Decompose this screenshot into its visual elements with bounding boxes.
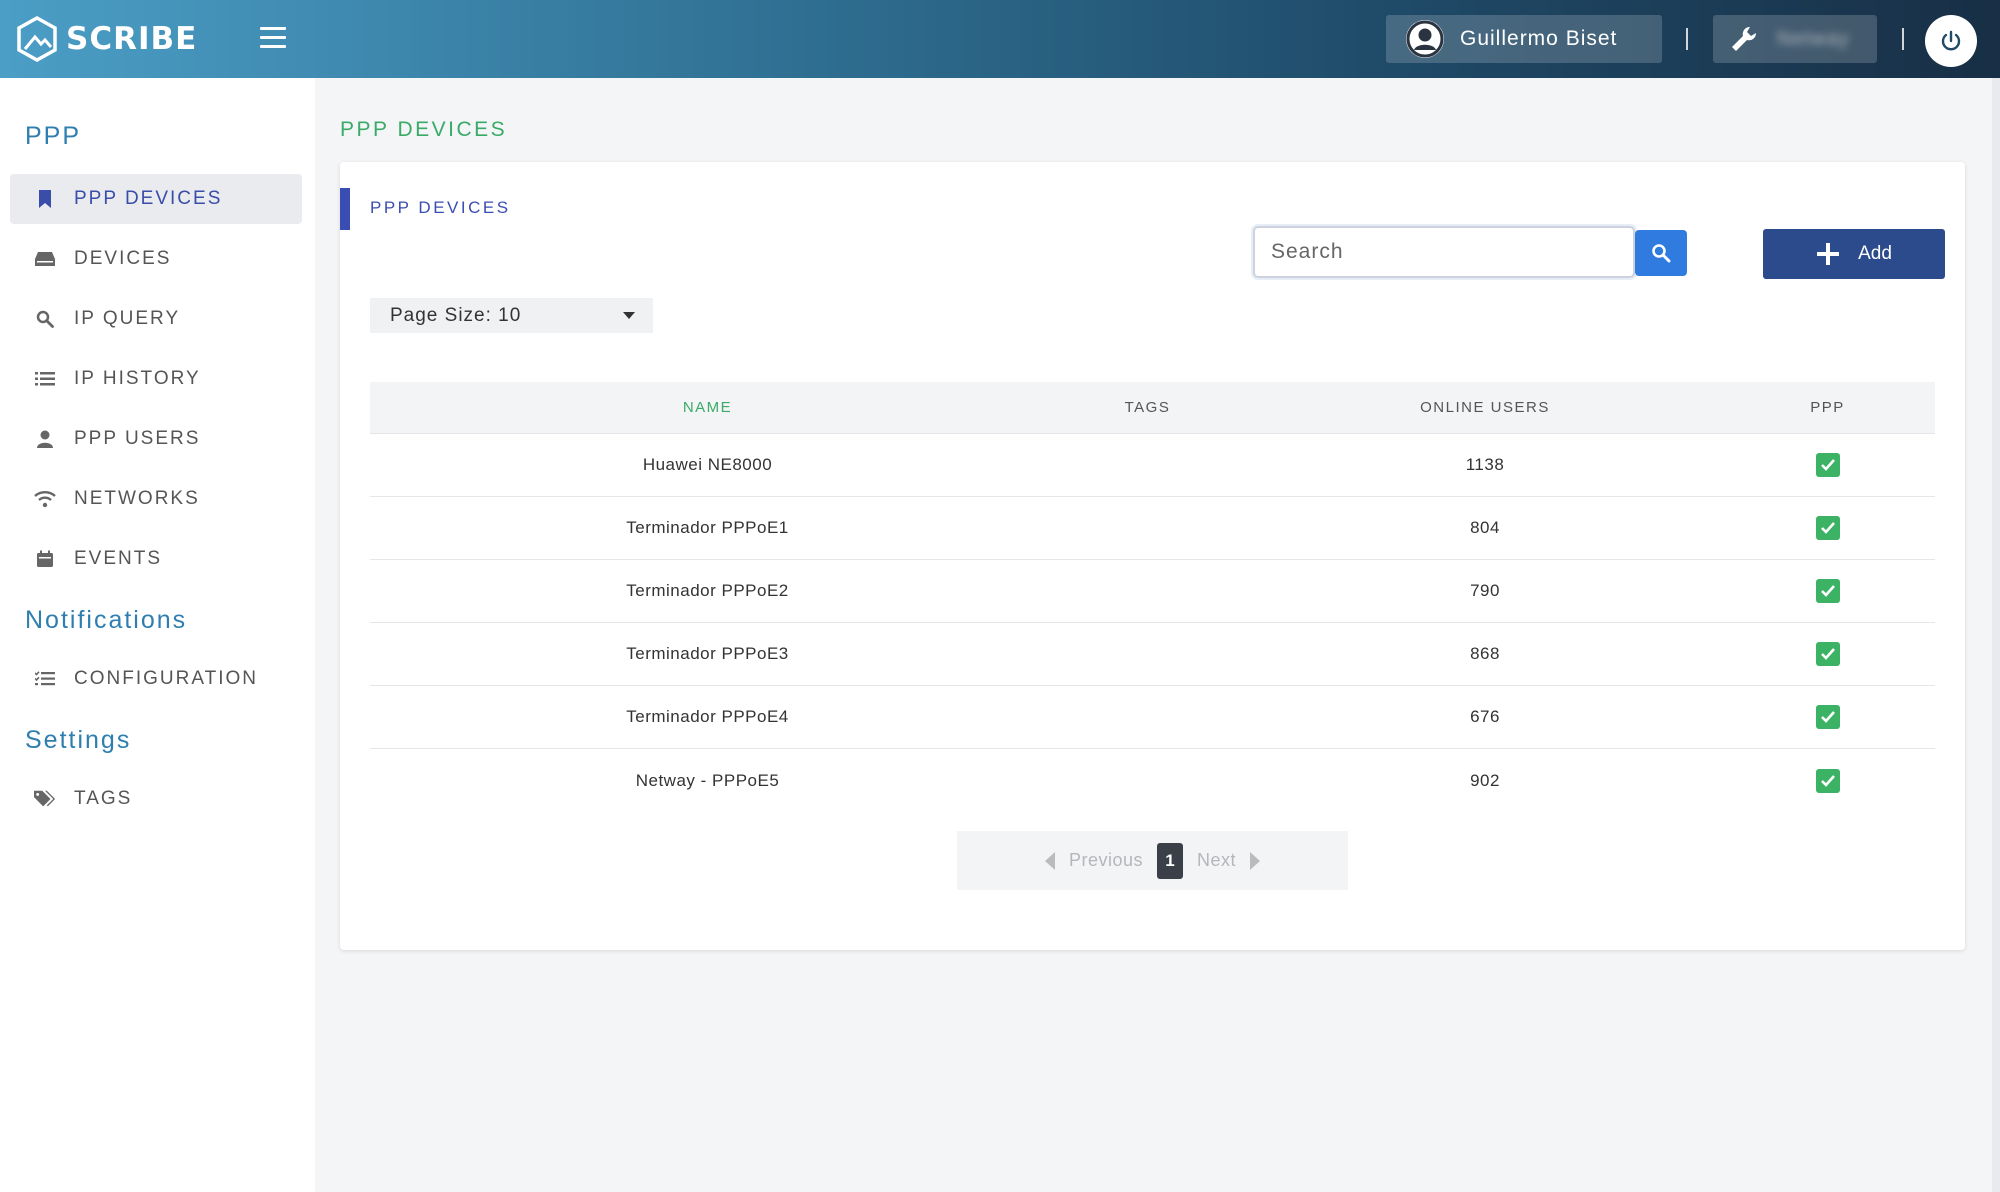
header-divider [1686,28,1688,50]
device-name: Huawei NE8000 [642,455,773,474]
devices-table: NAME TAGS ONLINE USERS PPP Huawei NE8000… [370,382,1935,812]
device-online-users: 868 [1470,644,1500,663]
wifi-icon [34,488,56,510]
user-menu-button[interactable]: Guillermo Biset [1386,15,1662,63]
column-header-tags[interactable]: TAGS [1045,399,1250,416]
device-name: Terminador PPPoE1 [626,518,789,537]
table-row[interactable]: Terminador PPPoE2 790 [370,560,1935,623]
device-name: Terminador PPPoE4 [626,707,789,726]
organization-name: Netway [1777,27,1850,50]
card-title: PPP DEVICES [370,198,511,217]
sidebar-section-notifications: Notifications [25,606,188,634]
pagination: Previous 1 Next [957,831,1348,890]
table-row[interactable]: Terminador PPPoE4 676 [370,686,1935,749]
sidebar-item-label: PPP USERS [74,428,201,449]
sidebar-item-devices[interactable]: DEVICES [10,234,302,284]
ppp-checked-icon [1815,768,1840,793]
sidebar-item-ip-history[interactable]: IP HISTORY [10,354,302,404]
plus-icon [1817,243,1840,265]
ppp-checked-icon [1815,453,1840,477]
wrench-icon [1732,26,1757,51]
ppp-checked-icon [1815,642,1840,666]
sidebar-item-ip-query[interactable]: IP QUERY [10,294,302,344]
table-row[interactable]: Terminador PPPoE3 868 [370,623,1935,686]
checklist-icon [34,668,56,690]
sidebar-item-label: CONFIGURATION [74,668,258,689]
bookmark-icon [34,188,56,210]
header-divider [1902,28,1904,50]
devices-card: PPP DEVICES Add Page Size: 10 NAME TAGS … [340,162,1965,950]
sidebar-item-label: IP QUERY [74,308,181,329]
sidebar-item-label: DEVICES [74,248,172,269]
logout-button[interactable] [1925,15,1977,67]
ppp-checked-icon [1815,705,1840,729]
sidebar-item-ppp-devices[interactable]: PPP DEVICES [10,174,302,224]
list-icon [34,368,56,390]
column-header-ppp[interactable]: PPP [1720,399,1935,416]
page-title: PPP DEVICES [340,118,508,141]
table-row[interactable]: Huawei NE8000 1138 [370,434,1935,497]
device-online-users: 804 [1470,518,1500,537]
scrollbar[interactable] [1992,78,2000,1192]
column-header-name[interactable]: NAME [370,399,1045,416]
device-online-users: 1138 [1465,455,1505,474]
sidebar: PPP PPP DEVICES DEVICES IP QUERY IP HIST… [0,78,315,1192]
sidebar-item-tags[interactable]: TAGS [10,774,302,824]
next-page-button[interactable]: Next [1197,850,1236,871]
device-online-users: 902 [1470,770,1500,790]
current-page-button[interactable]: 1 [1157,842,1183,879]
chevron-down-icon [623,312,635,319]
organization-button[interactable]: Netway [1713,15,1877,63]
user-name: Guillermo Biset [1460,27,1618,50]
device-name: Terminador PPPoE2 [626,581,789,600]
search-input[interactable] [1253,226,1635,278]
tags-icon [34,788,56,810]
sidebar-item-label: TAGS [74,788,133,809]
device-name: Netway - PPPoE5 [635,770,780,790]
sidebar-item-label: IP HISTORY [74,368,201,389]
scribe-logo-icon [17,16,57,62]
search-icon [1652,244,1671,263]
sidebar-item-configuration[interactable]: CONFIGURATION [10,654,302,704]
sidebar-item-label: NETWORKS [74,488,200,509]
sidebar-item-label: EVENTS [74,548,163,569]
previous-page-button[interactable]: Previous [1069,850,1143,871]
logo-text: SCRIBE [66,21,198,57]
calendar-icon [34,548,56,570]
top-bar: SCRIBE Guillermo Biset Netway [0,0,2000,78]
table-header: NAME TAGS ONLINE USERS PPP [370,382,1935,434]
ppp-checked-icon [1815,579,1840,603]
card-accent-bar [340,188,350,230]
page-size-value: Page Size: 10 [390,304,522,326]
sidebar-item-events[interactable]: EVENTS [10,534,302,584]
add-button-label: Add [1858,243,1892,264]
ppp-checked-icon [1815,516,1840,540]
device-online-users: 790 [1470,581,1500,600]
sidebar-item-label: PPP DEVICES [74,188,223,209]
search-button[interactable] [1635,230,1687,276]
chevron-left-icon[interactable] [1044,851,1055,870]
sidebar-item-ppp-users[interactable]: PPP USERS [10,414,302,464]
add-device-button[interactable]: Add [1763,229,1945,279]
table-row[interactable]: Terminador PPPoE1 804 [370,497,1935,560]
device-online-users: 676 [1470,707,1500,726]
power-icon [1941,30,1961,51]
user-icon [34,428,56,450]
search-icon [34,308,56,330]
user-avatar-icon [1406,20,1444,58]
chevron-right-icon[interactable] [1250,851,1261,870]
page-size-select[interactable]: Page Size: 10 [370,298,653,333]
sidebar-item-networks[interactable]: NETWORKS [10,474,302,524]
hard-drive-icon [34,248,56,270]
column-header-online-users[interactable]: ONLINE USERS [1250,399,1720,416]
table-row[interactable]: Netway - PPPoE5 902 [370,749,1935,812]
sidebar-section-ppp: PPP [25,122,82,150]
logo[interactable]: SCRIBE [16,16,197,62]
menu-toggle-icon[interactable] [260,27,286,51]
sidebar-section-settings: Settings [25,726,132,754]
device-name: Terminador PPPoE3 [626,644,789,663]
